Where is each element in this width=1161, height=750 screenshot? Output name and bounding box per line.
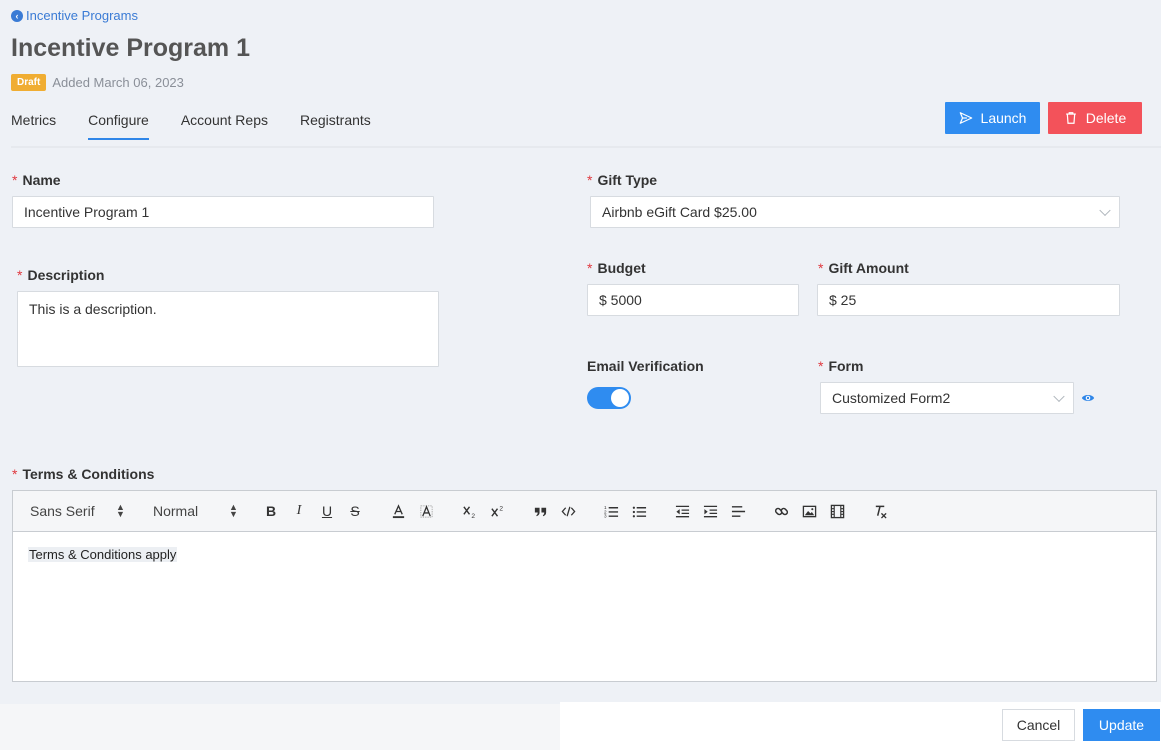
name-label: * Name xyxy=(12,172,61,188)
gift-type-label: * Gift Type xyxy=(587,172,658,188)
budget-input[interactable]: $ 5000 xyxy=(587,284,799,316)
required-mark: * xyxy=(818,358,824,374)
image-icon[interactable] xyxy=(800,502,818,520)
indent-icon[interactable] xyxy=(701,502,719,520)
email-verification-toggle[interactable] xyxy=(587,387,631,409)
blockquote-icon[interactable] xyxy=(531,502,549,520)
description-textarea[interactable]: This is a description. xyxy=(17,291,439,367)
link-icon[interactable] xyxy=(772,502,790,520)
required-mark: * xyxy=(818,260,824,276)
update-button[interactable]: Update xyxy=(1083,709,1160,741)
meta-row: Draft Added March 06, 2023 xyxy=(11,74,184,91)
video-icon[interactable] xyxy=(828,502,846,520)
editor-content[interactable]: Terms & Conditions apply xyxy=(28,547,178,562)
back-link[interactable]: ‹ Incentive Programs xyxy=(11,8,138,23)
toggle-knob xyxy=(611,389,629,407)
font-size-select[interactable]: Normal ▲ ▼ xyxy=(153,503,238,520)
form-label: * Form xyxy=(818,358,864,374)
bullet-list-icon[interactable] xyxy=(630,502,648,520)
tab-metrics[interactable]: Metrics xyxy=(11,112,56,140)
superscript-icon[interactable]: 2 xyxy=(488,502,506,520)
strikethrough-icon[interactable]: S xyxy=(346,502,364,520)
chevron-down-icon xyxy=(1099,204,1111,217)
terms-label: * Terms & Conditions xyxy=(12,466,155,482)
eye-icon[interactable] xyxy=(1081,391,1095,405)
delete-button[interactable]: Delete xyxy=(1048,102,1142,134)
svg-text:2: 2 xyxy=(499,505,503,512)
required-mark: * xyxy=(587,172,593,188)
clear-formatting-icon[interactable] xyxy=(871,502,889,520)
align-left-icon[interactable] xyxy=(729,502,747,520)
font-family-select[interactable]: Sans Serif ▲ ▼ xyxy=(30,503,125,520)
description-label: * Description xyxy=(17,267,105,283)
terms-editor: Sans Serif ▲ ▼ Normal ▲ ▼ B I U S 2 2 1 … xyxy=(12,490,1157,682)
tab-bar: Metrics Configure Account Reps Registran… xyxy=(11,112,371,140)
tab-configure[interactable]: Configure xyxy=(88,112,149,140)
select-arrows-icon: ▲ ▼ xyxy=(229,502,238,519)
svg-text:3: 3 xyxy=(604,513,607,518)
tabs-divider xyxy=(11,146,1161,148)
subscript-icon[interactable]: 2 xyxy=(460,502,478,520)
trash-icon xyxy=(1065,112,1076,124)
delete-label: Delete xyxy=(1085,110,1127,126)
added-date: Added March 06, 2023 xyxy=(52,75,184,90)
arrow-left-circle-icon: ‹ xyxy=(11,9,23,22)
send-icon xyxy=(959,112,972,124)
text-color-icon[interactable] xyxy=(389,502,407,520)
back-link-label: Incentive Programs xyxy=(26,8,138,23)
required-mark: * xyxy=(12,172,18,188)
email-verification-label: Email Verification xyxy=(587,358,704,374)
tab-registrants[interactable]: Registrants xyxy=(300,112,371,140)
gift-type-select[interactable]: Airbnb eGift Card $25.00 xyxy=(590,196,1120,228)
tab-account-reps[interactable]: Account Reps xyxy=(181,112,268,140)
underline-icon[interactable]: U xyxy=(318,502,336,520)
italic-icon[interactable]: I xyxy=(290,502,308,520)
launch-button[interactable]: Launch xyxy=(945,102,1040,134)
gift-amount-label: * Gift Amount xyxy=(818,260,909,276)
bold-icon[interactable]: B xyxy=(262,502,280,520)
cancel-button[interactable]: Cancel xyxy=(1002,709,1075,741)
status-badge: Draft xyxy=(11,74,47,91)
required-mark: * xyxy=(17,267,23,283)
footer-left-panel xyxy=(0,704,560,750)
editor-toolbar: Sans Serif ▲ ▼ Normal ▲ ▼ B I U S 2 2 1 … xyxy=(13,491,1156,532)
name-input[interactable]: Incentive Program 1 xyxy=(12,196,434,228)
launch-label: Launch xyxy=(980,110,1027,126)
form-select[interactable]: Customized Form2 xyxy=(820,382,1074,414)
svg-text:2: 2 xyxy=(471,513,475,519)
code-block-icon[interactable] xyxy=(559,502,577,520)
select-arrows-icon: ▲ ▼ xyxy=(116,502,125,519)
page-title: Incentive Program 1 xyxy=(11,34,250,62)
outdent-icon[interactable] xyxy=(673,502,691,520)
ordered-list-icon[interactable]: 123 xyxy=(602,502,620,520)
budget-label: * Budget xyxy=(587,260,646,276)
incentive-program-page: ‹ Incentive Programs Incentive Program 1… xyxy=(0,0,1161,750)
gift-amount-input[interactable]: $ 25 xyxy=(817,284,1120,316)
background-color-icon[interactable] xyxy=(417,502,435,520)
required-mark: * xyxy=(587,260,593,276)
chevron-down-icon xyxy=(1053,390,1065,403)
required-mark: * xyxy=(12,466,18,482)
